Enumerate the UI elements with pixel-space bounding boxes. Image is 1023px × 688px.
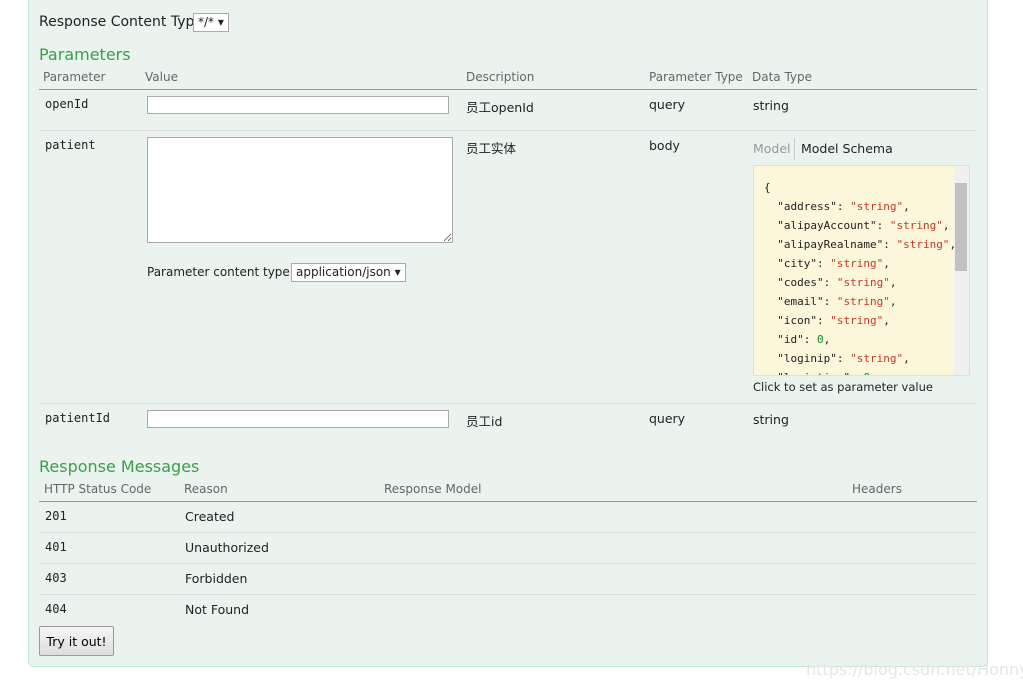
divider [39,403,977,404]
scrollbar[interactable] [954,166,969,375]
status-code: 404 [45,602,67,616]
param-data-type: string [753,412,789,427]
model-schema-box[interactable]: { "address": "string", "alipayAccount": … [753,165,970,376]
th-headers: Headers [852,482,902,496]
divider [39,563,977,564]
try-it-out-button[interactable]: Try it out! [39,626,114,656]
schema-hint: Click to set as parameter value [753,380,933,394]
param-name: openId [45,97,89,111]
th-status-code: HTTP Status Code [44,482,152,496]
th-value: Value [145,70,178,84]
status-reason: Not Found [185,602,250,617]
watermark: https://blog.csdn.net/Honnyee [806,660,1023,679]
th-data-type: Data Type [752,70,813,84]
patientid-input[interactable] [147,410,449,428]
status-reason: Unauthorized [185,540,269,555]
param-name: patientId [45,411,111,425]
tab-separator [794,138,795,160]
param-data-type: string [753,98,789,113]
response-content-type-select[interactable]: */* ▾ [193,13,229,32]
status-code: 403 [45,571,67,585]
th-reason: Reason [184,482,228,496]
divider [39,532,977,533]
tab-model-schema[interactable]: Model Schema [801,141,893,156]
status-code: 401 [45,540,67,554]
divider [39,501,977,502]
tab-model[interactable]: Model [753,141,791,156]
status-reason: Created [185,509,235,524]
param-type: query [649,97,686,112]
status-code: 201 [45,509,67,523]
param-content-type-label: Parameter content type: [147,265,294,279]
th-parameter: Parameter [43,70,106,84]
divider [39,89,977,90]
response-messages-title: Response Messages [39,457,200,476]
param-type: body [649,138,680,153]
param-name: patient [45,138,96,152]
scrollbar-thumb[interactable] [955,183,967,271]
status-reason: Forbidden [185,571,248,586]
patient-body-textarea[interactable] [147,137,453,243]
th-response-model: Response Model [384,482,482,496]
th-description: Description [466,70,535,84]
divider [39,594,977,595]
parameters-title: Parameters [39,45,131,64]
param-content-type-select[interactable]: application/json ▾ [291,263,406,282]
param-description: 员工id [466,414,503,429]
openid-input[interactable] [147,96,449,114]
param-description: 员工实体 [466,141,517,156]
response-content-type-label: Response Content Type [39,14,203,30]
param-type: query [649,411,686,426]
param-description: 员工openId [466,100,534,115]
th-parameter-type: Parameter Type [649,70,743,84]
divider [39,130,977,131]
